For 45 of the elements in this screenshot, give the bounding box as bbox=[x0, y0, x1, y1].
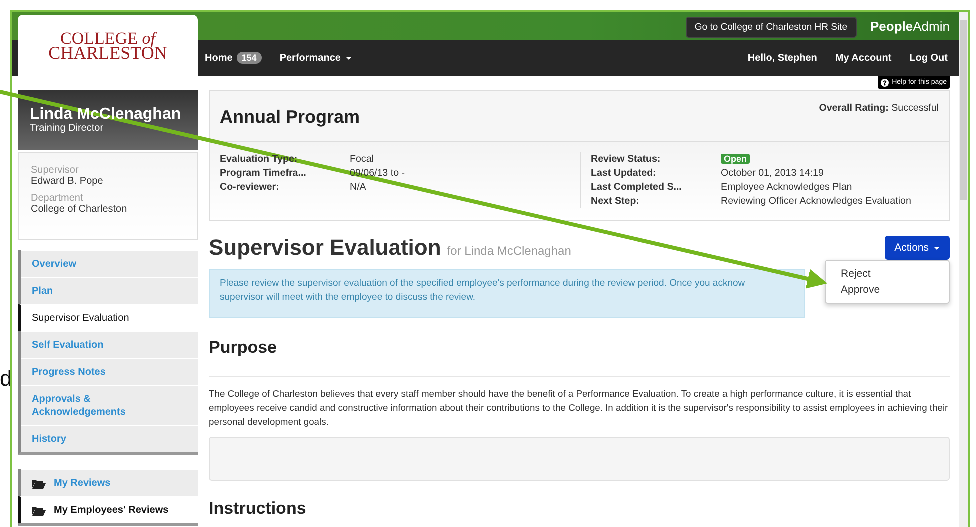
field-value: Edward B. Pope bbox=[31, 176, 104, 187]
field-label: Review Status: bbox=[591, 154, 662, 164]
user-nav-link[interactable]: Log Out bbox=[910, 52, 948, 64]
section-heading: Purpose bbox=[209, 338, 278, 358]
menu-item[interactable]: Reject bbox=[826, 266, 949, 282]
field-value: College of Charleston bbox=[31, 204, 128, 215]
scrollbar[interactable] bbox=[959, 12, 968, 527]
field-label: Next Step: bbox=[591, 196, 640, 206]
program-title: Annual Program bbox=[220, 107, 360, 129]
brand-name: PeopleAdmin bbox=[870, 18, 950, 34]
page-heading: Supervisor Evaluation bbox=[209, 235, 442, 261]
status-badge: Open bbox=[721, 154, 750, 164]
caret-icon bbox=[934, 246, 940, 250]
employee-title: Training Director bbox=[30, 122, 105, 134]
actions-button[interactable]: Actions bbox=[884, 236, 950, 260]
alert-text: supervisor will meet with the employee to discuss the review. bbox=[220, 291, 477, 305]
count-badge: 154 bbox=[236, 52, 262, 64]
section-heading: Instructions bbox=[209, 499, 308, 519]
nav-menu-item[interactable]: Home 154 bbox=[205, 52, 262, 64]
field-label: Last Updated: bbox=[591, 168, 658, 178]
field-value: Focal bbox=[350, 154, 374, 164]
nav-menu-item[interactable]: Performance bbox=[280, 52, 352, 64]
field-label: Program Timefra... bbox=[220, 168, 308, 178]
field-value: Employee Acknowledges Plan bbox=[721, 182, 852, 192]
field-value: Reviewing Officer Acknowledges Evaluation bbox=[721, 196, 912, 206]
alert-text: Please review the supervisor evaluation of the specified employee's performance during the review period. Once you acknow bbox=[220, 277, 746, 291]
logo[interactable]: COLLEGE of CHARLESTON bbox=[18, 15, 198, 76]
page-subheading: for Linda McClenaghan bbox=[447, 244, 572, 258]
folder-icon bbox=[32, 506, 46, 516]
field-value: October 01, 2013 14:19 bbox=[721, 168, 824, 178]
folder-icon bbox=[32, 478, 46, 488]
field-label: Supervisor bbox=[31, 165, 80, 176]
field-label: Department bbox=[31, 193, 84, 204]
user-nav-link[interactable]: Hello, Stephen bbox=[748, 52, 818, 64]
field-label: Co-reviewer: bbox=[220, 182, 280, 192]
overall-rating: Overall Rating: Successful bbox=[819, 103, 939, 116]
help-icon bbox=[881, 78, 890, 86]
sidebar-item[interactable]: Supervisor Evaluation bbox=[18, 304, 198, 331]
field-label: Last Completed S... bbox=[591, 182, 683, 192]
field-value: N/A bbox=[350, 182, 366, 192]
user-nav-link[interactable]: My Account bbox=[835, 52, 892, 64]
hr-site-button[interactable]: Go to College of Charleston HR Site bbox=[686, 16, 857, 38]
purpose-text: The College of Charleston believes that every staff member should have the benefit of a Performance Evaluation. To create a high performance culture, it is essential that employees receive candid and constructive information about their contributions to the College. In addition it is the supervisor's responsibility to assist employees in achieving their personal development goals. bbox=[209, 387, 950, 429]
menu-item[interactable]: Approve bbox=[826, 282, 949, 298]
sidebar-item[interactable]: My Employees' Reviews bbox=[18, 496, 198, 523]
